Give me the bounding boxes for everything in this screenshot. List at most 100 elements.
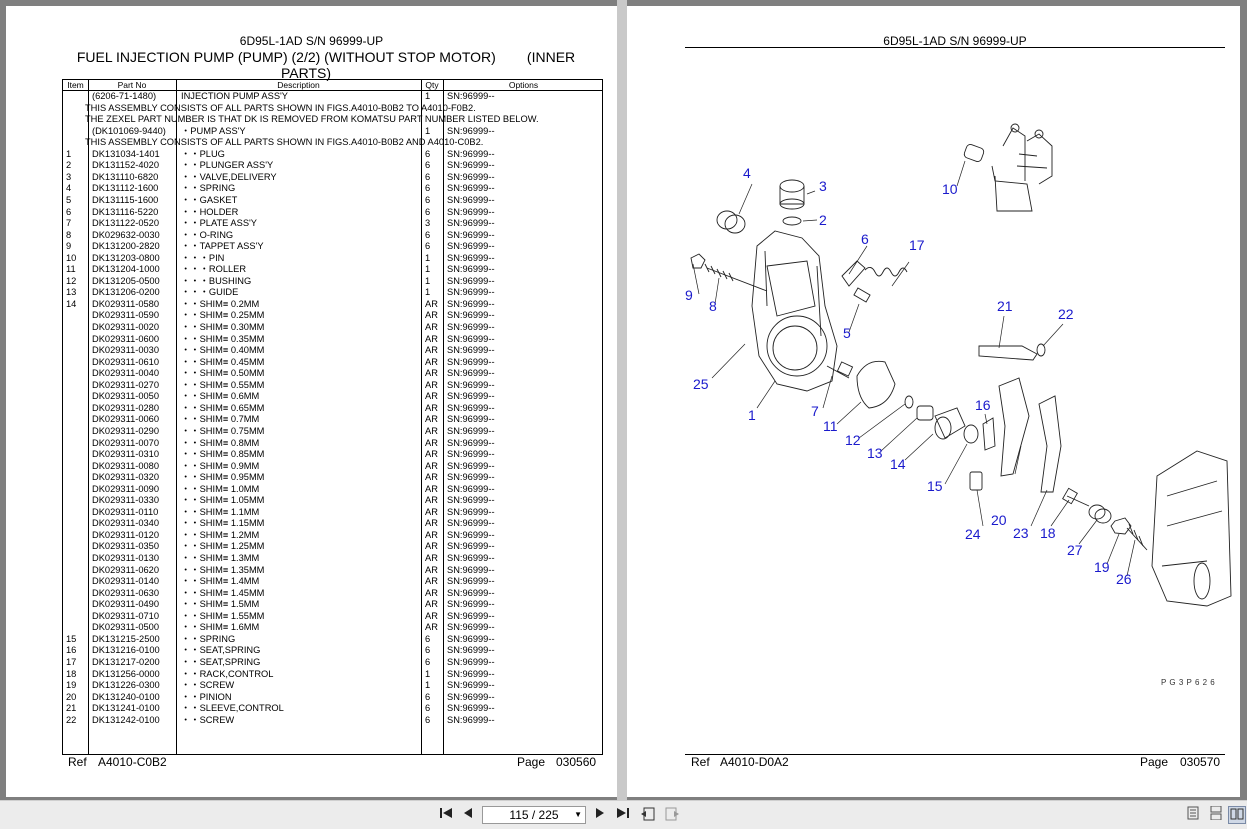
table-row: 4 DK131112-1600 ・・SPRING 6 SN:96999-- bbox=[63, 183, 604, 195]
option-serial: SN:96999-- bbox=[447, 645, 495, 656]
quantity: 1 bbox=[425, 91, 431, 101]
option-serial: SN:96999-- bbox=[447, 148, 495, 159]
quantity: AR bbox=[425, 610, 438, 621]
assembly-note: THIS ASSEMBLY CONSISTS OF ALL PARTS SHOW… bbox=[85, 102, 476, 113]
callout-5[interactable]: 5 bbox=[843, 325, 851, 341]
item-number: 13 bbox=[66, 287, 77, 298]
part-number: DK029311-0590 bbox=[92, 310, 160, 321]
item-number: 3 bbox=[66, 171, 72, 182]
continuous-view-icon[interactable] bbox=[1207, 805, 1225, 824]
part-number: DK131152-4020 bbox=[92, 160, 160, 171]
quantity: AR bbox=[425, 310, 438, 321]
option-serial: SN:96999-- bbox=[447, 414, 495, 425]
exploded-parts-diagram: 123456789101112131415161718192021 2223242… bbox=[685, 123, 1232, 607]
callout-7[interactable]: 7 bbox=[811, 403, 819, 419]
callout-24[interactable]: 24 bbox=[965, 526, 981, 542]
table-row: DK029311-0090 ・・SHIM≡ 1.0MM AR SN:96999-- bbox=[63, 484, 604, 496]
part-description: ・・SHIM≡ 0.25MM bbox=[181, 310, 265, 321]
part-number: DK131122-0520 bbox=[92, 218, 160, 229]
callout-22[interactable]: 22 bbox=[1058, 306, 1074, 322]
quantity: AR bbox=[425, 379, 438, 390]
table-row: DK029311-0280 ・・SHIM≡ 0.65MM AR SN:96999-- bbox=[63, 403, 604, 415]
part-description: ・・・ROLLER bbox=[181, 264, 247, 275]
item-number: 9 bbox=[66, 241, 72, 252]
single-page-view-icon[interactable] bbox=[1184, 806, 1202, 824]
callout-11[interactable]: 11 bbox=[823, 418, 838, 434]
callout-17[interactable]: 17 bbox=[909, 237, 925, 253]
callout-21[interactable]: 21 bbox=[997, 298, 1013, 314]
part-number: DK029311-0280 bbox=[92, 402, 160, 413]
quantity: 6 bbox=[425, 656, 431, 667]
last-page-icon[interactable] bbox=[614, 806, 632, 824]
item-number: 4 bbox=[66, 183, 72, 194]
callout-19[interactable]: 19 bbox=[1094, 559, 1110, 575]
option-serial: SN:96999-- bbox=[447, 668, 495, 679]
part-number: DK131217-0200 bbox=[92, 656, 160, 667]
part-description: ・・SHIM≡ 1.3MM bbox=[181, 553, 260, 563]
dropdown-arrow-icon[interactable]: ▼ bbox=[574, 807, 582, 823]
part-number: DK131200-2820 bbox=[92, 241, 160, 252]
part-description: ・・SHIM≡ 1.15MM bbox=[181, 518, 265, 529]
part-description: ・・SHIM≡ 1.2MM bbox=[181, 529, 260, 540]
ref-label: Ref bbox=[68, 755, 87, 769]
quantity: AR bbox=[425, 437, 438, 448]
page-number-field[interactable]: 115 / 225 ▼ bbox=[482, 806, 586, 824]
callout-26[interactable]: 26 bbox=[1116, 571, 1132, 587]
part-description: ・・SHIM≡ 1.25MM bbox=[181, 541, 265, 552]
two-page-view-icon[interactable] bbox=[1228, 806, 1246, 824]
callout-2[interactable]: 2 bbox=[819, 212, 827, 228]
callout-18[interactable]: 18 bbox=[1040, 525, 1056, 541]
callout-12[interactable]: 12 bbox=[845, 432, 861, 448]
callout-3[interactable]: 3 bbox=[819, 178, 827, 194]
part-description: ・・SHIM≡ 1.35MM bbox=[181, 564, 265, 575]
quantity: 1 bbox=[425, 668, 431, 679]
quantity: 6 bbox=[425, 160, 431, 171]
callout-14[interactable]: 14 bbox=[890, 456, 906, 472]
part-number: DK131242-0100 bbox=[92, 714, 160, 725]
callout-4[interactable]: 4 bbox=[743, 165, 751, 181]
callout-8[interactable]: 8 bbox=[709, 298, 717, 314]
part-number: DK029311-0030 bbox=[92, 345, 160, 356]
callout-25[interactable]: 25 bbox=[693, 376, 709, 392]
option-serial: SN:96999-- bbox=[447, 714, 495, 725]
callout-1[interactable]: 1 bbox=[748, 407, 756, 423]
part-number: DK029311-0080 bbox=[92, 460, 160, 471]
next-page-icon[interactable] bbox=[591, 806, 609, 824]
part-number: DK029311-0340 bbox=[92, 518, 160, 529]
option-serial: SN:96999-- bbox=[447, 391, 495, 402]
option-serial: SN:96999-- bbox=[447, 622, 495, 633]
option-serial: SN:96999-- bbox=[447, 483, 495, 494]
first-page-icon[interactable] bbox=[437, 806, 455, 824]
option-serial: SN:96999-- bbox=[447, 506, 495, 517]
option-serial: SN:96999-- bbox=[447, 425, 495, 436]
option-serial: SN:96999-- bbox=[447, 206, 495, 217]
callout-6[interactable]: 6 bbox=[861, 231, 869, 247]
part-number: DK029311-0490 bbox=[92, 599, 160, 610]
callout-16[interactable]: 16 bbox=[975, 397, 991, 413]
quantity: AR bbox=[425, 333, 438, 344]
go-back-view-icon[interactable] bbox=[639, 806, 657, 824]
quantity: 6 bbox=[425, 703, 431, 714]
option-serial: SN:96999-- bbox=[447, 218, 495, 229]
callout-9[interactable]: 9 bbox=[685, 287, 693, 303]
callout-10[interactable]: 10 bbox=[942, 181, 958, 197]
quantity: 6 bbox=[425, 691, 431, 702]
part-description: ・・SEAT,SPRING bbox=[181, 656, 261, 667]
col-header-item: Item bbox=[67, 80, 84, 90]
callout-27[interactable]: 27 bbox=[1067, 542, 1083, 558]
callout-13[interactable]: 13 bbox=[867, 445, 883, 461]
previous-page-icon[interactable] bbox=[459, 806, 477, 824]
callout-15[interactable]: 15 bbox=[927, 478, 943, 494]
part-description: ・・SHIM≡ 1.1MM bbox=[181, 506, 260, 517]
part-description: ・・PINION bbox=[181, 691, 232, 702]
pump-housing-drawing bbox=[751, 230, 838, 392]
part-description: ・・SHIM≡ 0.40MM bbox=[181, 345, 265, 356]
callout-23[interactable]: 23 bbox=[1013, 525, 1029, 541]
callout-20[interactable]: 20 bbox=[991, 512, 1007, 528]
option-serial: SN:96999-- bbox=[447, 322, 495, 332]
viewer-toolbar: 115 / 225 ▼ bbox=[0, 800, 1247, 829]
title-line-1: FUEL INJECTION PUMP (PUMP) (2/2) (WITHOU… bbox=[76, 49, 576, 65]
part-number: DK029311-0610 bbox=[92, 356, 160, 367]
go-forward-view-icon[interactable] bbox=[663, 806, 681, 824]
part-number: DK029311-0130 bbox=[92, 553, 160, 563]
